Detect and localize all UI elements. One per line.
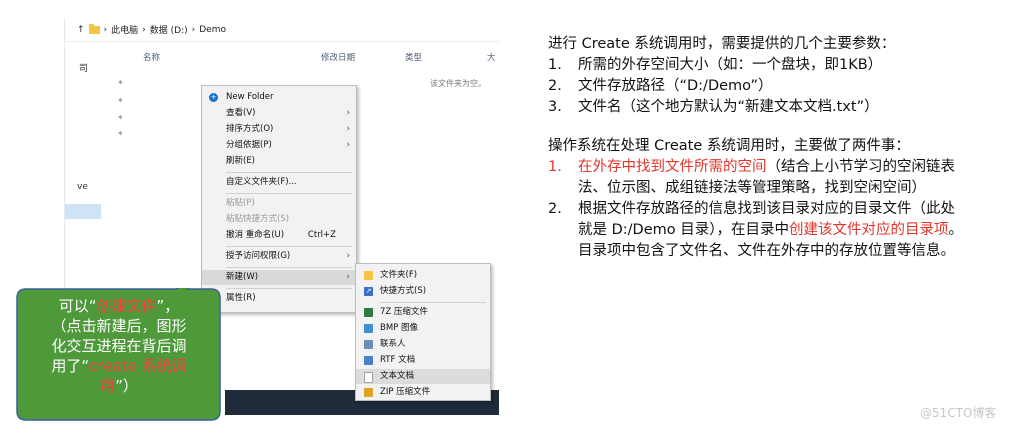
submenu-label: BMP 图像 bbox=[380, 323, 418, 333]
contact-icon bbox=[364, 340, 373, 349]
menu-item-new[interactable]: 新建(W) › bbox=[202, 270, 356, 285]
breadcrumb-demo[interactable]: Demo bbox=[199, 25, 226, 35]
menu-label: 授予访问权限(G) bbox=[226, 251, 291, 261]
param-item: 3. 文件名（这个地方默认为“新建文本文档.txt”） bbox=[548, 99, 879, 115]
submenu-item-7z[interactable]: 7Z 压缩文件 bbox=[356, 305, 490, 320]
menu-item-paste-shortcut: 粘贴快捷方式(S) bbox=[202, 212, 356, 227]
address-bar[interactable]: ↑ › 此电脑 › 数据 (D:) › Demo bbox=[65, 18, 499, 42]
col-type[interactable]: 类型 bbox=[405, 51, 422, 63]
submenu-label: 7Z 压缩文件 bbox=[380, 307, 428, 317]
image-icon bbox=[364, 324, 373, 333]
submenu-item-bmp[interactable]: BMP 图像 bbox=[356, 321, 490, 336]
submenu-item-text-doc[interactable]: 文本文档 bbox=[356, 369, 490, 384]
menu-divider bbox=[226, 288, 352, 289]
param-item: 1. 所需的外存空间大小（如：一个盘块，即1KB） bbox=[548, 57, 883, 73]
menu-divider bbox=[380, 302, 486, 303]
menu-label: 自定义文件夹(F)... bbox=[226, 177, 297, 187]
pin-icon: ✦ bbox=[117, 96, 124, 105]
zip-icon bbox=[364, 388, 373, 397]
empty-folder-text: 该文件夹为空。 bbox=[430, 79, 486, 88]
menu-item-group[interactable]: 分组依据(P) › bbox=[202, 138, 356, 153]
section-heading: 操作系统在处理 Create 系统调用时，主要做了两件事： bbox=[548, 138, 910, 154]
menu-item-new-folder[interactable]: + New Folder bbox=[202, 90, 356, 105]
menu-label: 分组依据(P) bbox=[226, 140, 272, 150]
breadcrumb-this-pc[interactable]: 此电脑 bbox=[111, 23, 138, 36]
menu-divider bbox=[226, 246, 352, 247]
col-date[interactable]: 修改日期 bbox=[321, 51, 355, 63]
menu-item-customize[interactable]: 自定义文件夹(F)... bbox=[202, 175, 356, 190]
chevron-right-icon: › bbox=[346, 124, 350, 134]
param-item: 2. 文件存放路径（“D:/Demo”） bbox=[548, 78, 773, 94]
shortcut-label: Ctrl+Z bbox=[307, 230, 336, 240]
submenu-label: 文件夹(F) bbox=[380, 270, 418, 280]
new-submenu: 文件夹(F) ↗ 快捷方式(S) 7Z 压缩文件 BMP 图像 联系人 RTF … bbox=[355, 263, 491, 401]
context-menu: + New Folder 查看(V) › 排序方式(O) › 分组依据(P) ›… bbox=[201, 85, 357, 313]
up-arrow-icon[interactable]: ↑ bbox=[77, 25, 85, 35]
submenu-item-rtf[interactable]: RTF 文档 bbox=[356, 353, 490, 368]
menu-item-give-access[interactable]: 授予访问权限(G) › bbox=[202, 249, 356, 264]
shortcut-icon: ↗ bbox=[364, 287, 373, 296]
breadcrumb-sep: › bbox=[191, 24, 196, 35]
col-size[interactable]: 大 bbox=[487, 51, 496, 63]
chevron-right-icon: › bbox=[346, 272, 350, 282]
column-headers: 名称 修改日期 类型 大 bbox=[65, 46, 499, 64]
submenu-item-shortcut[interactable]: ↗ 快捷方式(S) bbox=[356, 284, 490, 299]
menu-label: 属性(R) bbox=[226, 293, 256, 303]
step-item: 2. 根据文件存放路径的信息找到该目录对应的目录文件（此处就是 D:/Demo 目… bbox=[548, 201, 963, 259]
chevron-right-icon: › bbox=[346, 251, 350, 261]
menu-label: 刷新(E) bbox=[226, 156, 256, 166]
submenu-item-contact[interactable]: 联系人 bbox=[356, 337, 490, 352]
menu-label: 查看(V) bbox=[226, 108, 256, 118]
pin-icon: ✦ bbox=[117, 78, 124, 87]
submenu-label: ZIP 压缩文件 bbox=[380, 387, 431, 397]
submenu-item-folder[interactable]: 文件夹(F) bbox=[356, 268, 490, 283]
menu-label: 撤消 重命名(U) bbox=[226, 230, 285, 240]
folder-icon bbox=[88, 23, 100, 34]
sidebar-selection[interactable] bbox=[65, 204, 101, 219]
submenu-label: 快捷方式(S) bbox=[380, 286, 427, 296]
submenu-label: RTF 文档 bbox=[380, 355, 416, 365]
watermark: @51CTO博客 bbox=[920, 406, 997, 420]
folder-icon bbox=[364, 271, 373, 280]
menu-item-undo-rename[interactable]: 撤消 重命名(U) Ctrl+Z bbox=[202, 228, 356, 243]
menu-label: 粘贴(P) bbox=[226, 198, 255, 208]
menu-label: New Folder bbox=[226, 92, 274, 102]
callout-text: 可以“创建文件”， （点击新建后，图形 化交互进程在背后调 用了“create … bbox=[51, 297, 187, 395]
explanation-text: 进行 Create 系统调用时，需要提供的几个主要参数： 1. 所需的外存空间大小… bbox=[548, 34, 998, 262]
breadcrumb-sep: › bbox=[142, 24, 146, 35]
menu-divider bbox=[226, 172, 352, 173]
menu-item-properties[interactable]: 属性(R) bbox=[202, 291, 356, 306]
col-name[interactable]: 名称 bbox=[143, 51, 160, 63]
menu-label: 粘贴快捷方式(S) bbox=[226, 214, 290, 224]
new-folder-icon: + bbox=[209, 93, 218, 102]
submenu-label: 联系人 bbox=[380, 339, 406, 349]
text-doc-icon bbox=[364, 372, 373, 383]
sidebar-text: ve bbox=[77, 182, 88, 192]
chevron-right-icon: › bbox=[346, 108, 350, 118]
submenu-item-zip[interactable]: ZIP 压缩文件 bbox=[356, 385, 490, 400]
menu-divider bbox=[226, 193, 352, 194]
menu-item-view[interactable]: 查看(V) › bbox=[202, 106, 356, 121]
intro-line: 进行 Create 系统调用时，需要提供的几个主要参数： bbox=[548, 36, 896, 52]
breadcrumb-sep: › bbox=[103, 24, 108, 35]
rtf-doc-icon bbox=[364, 356, 373, 365]
callout-box: 可以“创建文件”， （点击新建后，图形 化交互进程在背后调 用了“create … bbox=[16, 288, 221, 421]
menu-item-sort[interactable]: 排序方式(O) › bbox=[202, 122, 356, 137]
step-item: 1. 在外存中找到文件所需的空间（结合上小节学习的空闲链表法、位示图、成组链接法等… bbox=[548, 159, 955, 196]
menu-item-paste: 粘贴(P) bbox=[202, 196, 356, 211]
menu-item-refresh[interactable]: 刷新(E) bbox=[202, 154, 356, 169]
breadcrumb-drive-d[interactable]: 数据 (D:) bbox=[150, 23, 188, 36]
archive-7z-icon bbox=[364, 308, 373, 317]
menu-divider bbox=[226, 267, 352, 268]
menu-label: 排序方式(O) bbox=[226, 124, 274, 134]
menu-label: 新建(W) bbox=[226, 272, 259, 282]
chevron-right-icon: › bbox=[346, 140, 350, 150]
sidebar-text: 司 bbox=[79, 64, 89, 74]
pin-icon: ✦ bbox=[117, 129, 124, 138]
pin-icon: ✦ bbox=[117, 113, 124, 122]
submenu-label: 文本文档 bbox=[380, 371, 415, 381]
